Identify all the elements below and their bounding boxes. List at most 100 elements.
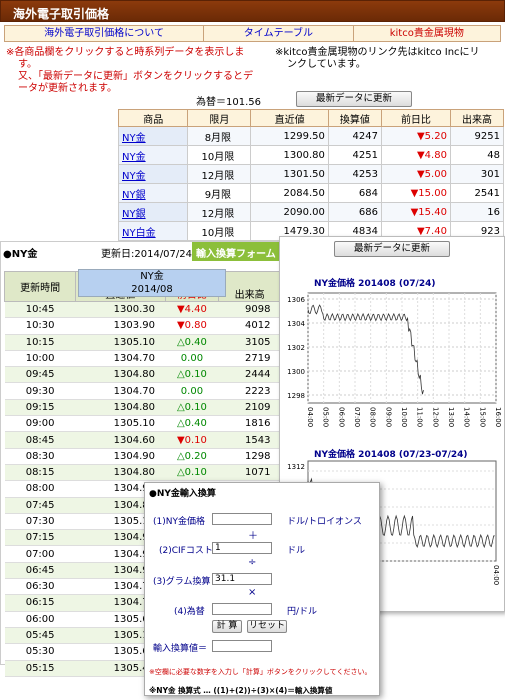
- nav-kitco[interactable]: kitco貴金属現物: [353, 26, 500, 41]
- label-result: 輸入換算値＝: [153, 644, 208, 654]
- reset-button[interactable]: リセット: [247, 620, 287, 633]
- cell: 07:15: [4, 529, 76, 547]
- cell: ▼5.00: [380, 164, 451, 184]
- chart1-x-tick: 06:00: [337, 407, 345, 427]
- unit-cif: ドル: [287, 546, 306, 556]
- cell: 10:30: [4, 317, 76, 335]
- cell: 09:00: [4, 415, 76, 433]
- cell: 0.00: [165, 382, 219, 400]
- cell: 48: [449, 145, 505, 165]
- chart1-x-tick: 11:00: [416, 407, 424, 427]
- cell: 1304.80: [75, 464, 165, 482]
- cell: 06:30: [4, 578, 76, 596]
- nav-timetable[interactable]: タイムテーブル: [204, 26, 354, 41]
- plus-sign: ＋: [248, 531, 258, 542]
- col-header: 商品: [117, 109, 189, 127]
- price-table: 商品 限月 直近値 換算値 前日比 出来高 NY金 8月限 1299.50 4247 ▼…: [117, 109, 505, 241]
- cell: ▼4.80: [380, 145, 451, 165]
- cell: 05:15: [4, 660, 76, 677]
- table-row[interactable]: NY金 12月限 1301.50 4253 ▼5.00 301: [117, 164, 505, 184]
- cif-input[interactable]: 1: [212, 542, 272, 554]
- col-header: 前日比: [380, 109, 451, 127]
- chart1-x-tick: 14:00: [463, 407, 471, 427]
- commodity-link[interactable]: NY金: [117, 126, 189, 146]
- ny-price-input[interactable]: [212, 513, 272, 525]
- cell: △0.10: [165, 399, 219, 417]
- chart1-x-tick: 09:00: [384, 407, 392, 427]
- div-sign: ÷: [248, 557, 257, 568]
- calc-title: ●NY金輸入換算: [149, 489, 216, 499]
- table-row[interactable]: NY金 8月限 1299.50 4247 ▼5.20 9251: [117, 126, 505, 146]
- gram-input[interactable]: 31.1: [212, 573, 272, 585]
- table-row: 09:30 1304.70 0.00 2223: [4, 382, 281, 400]
- label-gram: (3)グラム換算: [153, 577, 211, 587]
- cell: 1298: [218, 448, 281, 465]
- table-row: 09:15 1304.80 △0.10 2109: [4, 399, 281, 417]
- cell: 1071: [218, 464, 281, 482]
- chart1-x-tick: 05:00: [322, 407, 330, 427]
- cell: 16: [449, 202, 505, 222]
- cell: 1304.80: [75, 366, 165, 384]
- cell: 08:00: [4, 480, 76, 498]
- commodity-link[interactable]: NY金: [117, 145, 189, 165]
- cell: 1305.10: [75, 334, 165, 351]
- exchange-rate: 為替＝101.56: [196, 97, 261, 108]
- commodity-link[interactable]: NY白金: [117, 221, 189, 241]
- chart1-x-tick: 04:00: [306, 407, 314, 427]
- cell: 12月限: [187, 164, 252, 184]
- cell: 09:45: [4, 366, 76, 384]
- chart1-x-tick: 07:00: [353, 407, 361, 427]
- fx-input[interactable]: [212, 603, 272, 615]
- page-title: 海外電子取引価格: [13, 7, 110, 21]
- cell: 1543: [218, 431, 281, 449]
- table-row: 08:45 1304.60 ▼0.10 1543: [4, 431, 281, 449]
- nav-about[interactable]: 海外電子取引価格について: [5, 26, 205, 41]
- chart1-y-tick: 1298: [287, 392, 305, 400]
- cell: 2090.00: [250, 202, 329, 222]
- commodity-link[interactable]: NY金: [117, 164, 189, 184]
- updated-date: 更新日:2014/07/24: [101, 249, 193, 260]
- chart1-y-tick: 1300: [287, 368, 305, 376]
- cell: 4251: [327, 145, 382, 165]
- table-row[interactable]: NY銀 12月限 2090.00 686 ▼15.40 16: [117, 202, 505, 222]
- table-row[interactable]: NY銀 9月限 2084.50 684 ▼15.00 2541: [117, 183, 505, 203]
- commodity-link[interactable]: NY銀: [117, 202, 189, 222]
- col-header: 出来高: [218, 271, 281, 302]
- cell: 9098: [218, 301, 281, 319]
- chart1-y-tick: 1306: [287, 296, 305, 304]
- commodity-link[interactable]: NY銀: [117, 183, 189, 203]
- cell: 1305.10: [75, 415, 165, 433]
- table-row[interactable]: NY金 10月限 1300.80 4251 ▼4.80 48: [117, 145, 505, 165]
- cell: 09:30: [4, 382, 76, 400]
- cell: 09:15: [4, 399, 76, 417]
- cell: 12月限: [187, 202, 252, 222]
- cell: 8月限: [187, 126, 252, 146]
- cell: ▼15.00: [380, 183, 451, 203]
- cell: 08:15: [4, 464, 76, 482]
- cell: 1304.70: [75, 350, 165, 368]
- import-calc-panel: ●NY金輸入換算 (1)NY金価格 ドル/トロイオンス ＋ (2)CIFコスト …: [144, 482, 380, 696]
- cell: 05:45: [4, 627, 76, 645]
- table-row: 10:30 1303.90 ▼0.80 4012: [4, 317, 281, 335]
- chart1-y-tick: 1302: [287, 344, 305, 352]
- panel-title: ●NY金: [3, 249, 38, 260]
- refresh-button[interactable]: 最新データに更新: [296, 91, 412, 107]
- import-form-tab[interactable]: 輸入換算フォームを表: [192, 242, 286, 275]
- result-output: [212, 640, 272, 652]
- chart1-x-tick: 15:00: [478, 407, 486, 427]
- cell: 4253: [327, 164, 382, 184]
- chart-refresh-button[interactable]: 最新データに更新: [334, 241, 450, 257]
- cell: 06:00: [4, 611, 76, 628]
- chart1-x-tick: 08:00: [369, 407, 377, 427]
- col-header: 更新時間: [3, 271, 77, 302]
- label-cif: (2)CIFコスト: [159, 546, 213, 556]
- calc-button[interactable]: 計 算: [212, 620, 242, 633]
- cell: 06:45: [4, 562, 76, 580]
- cell: △0.10: [165, 366, 219, 384]
- cell: ▼4.40: [165, 301, 219, 319]
- cell: 1303.90: [75, 317, 165, 335]
- cell: 10:45: [4, 301, 76, 319]
- chart2-y-tick: 1312: [287, 463, 305, 471]
- cell: 1300.80: [250, 145, 329, 165]
- table-row: 08:30 1304.90 △0.20 1298: [4, 448, 281, 465]
